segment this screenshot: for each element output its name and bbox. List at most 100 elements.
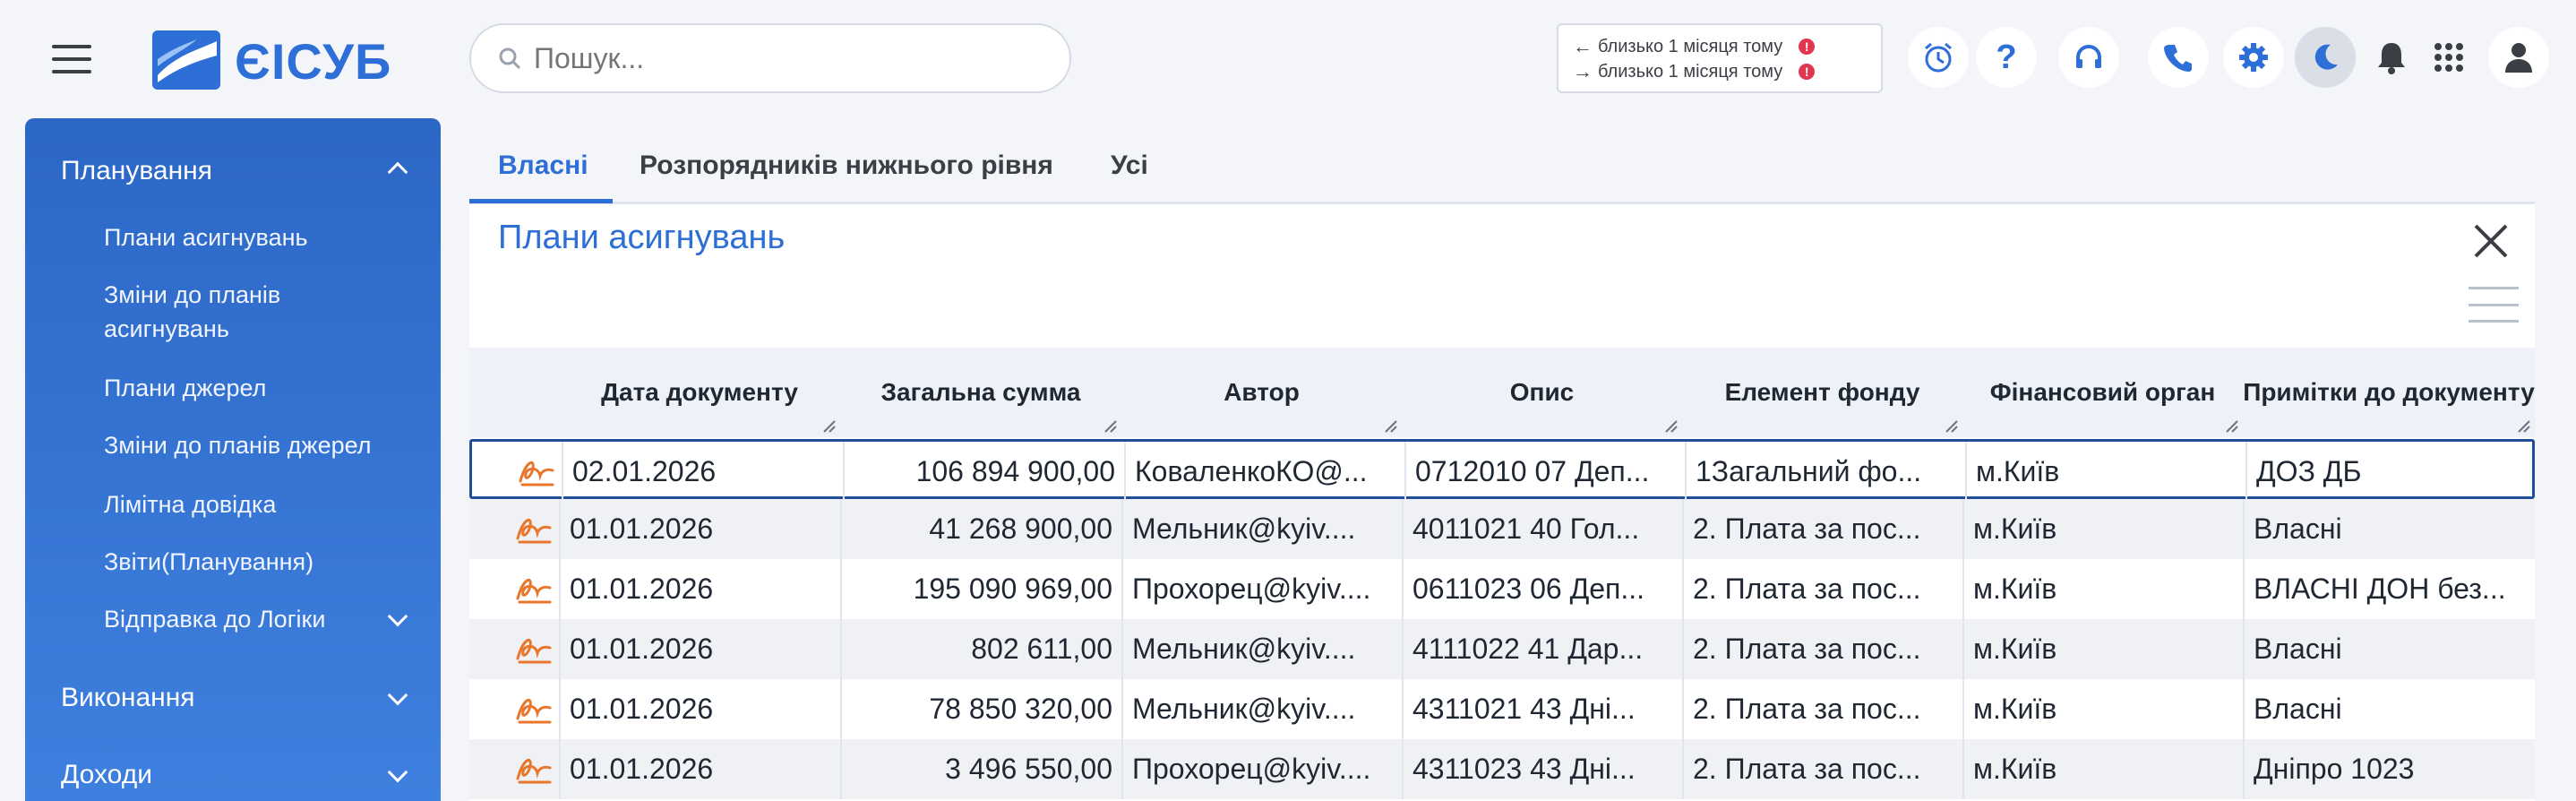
signature-icon[interactable] [514, 632, 554, 668]
column-header-label: Загальна сумма [880, 378, 1081, 406]
cell-fund-element: 2. Плата за пос... [1682, 619, 1962, 679]
page-title: Плани асигнувань [498, 219, 786, 256]
cell-fund-element: 2. Плата за пос... [1682, 739, 1962, 799]
column-resize-handle-icon[interactable] [822, 419, 837, 434]
alarm-clock-icon[interactable] [1908, 27, 1969, 88]
phone-icon[interactable] [2148, 27, 2209, 88]
cell-date: 01.01.2026 [559, 619, 840, 679]
top-bar: ЄІСУБ ← близько 1 місяця тому ! → близьк… [0, 0, 2576, 115]
gear-icon[interactable] [2223, 27, 2284, 88]
table-row[interactable]: 01.01.2026 195 090 969,00 Прохорец@kyiv...… [469, 559, 2535, 619]
column-header-label: Дата документу [601, 378, 798, 406]
cell-fund-element: 2. Плата за пос... [1682, 499, 1962, 559]
column-resize-handle-icon[interactable] [2225, 419, 2239, 434]
cell-author: Прохорец@kyiv.... [1121, 559, 1402, 619]
sidebar-item-allocation-plan-changes[interactable]: Зміни до планів асигнувань [104, 278, 399, 346]
sidebar-item-allocation-plans[interactable]: Плани асигнувань [104, 220, 399, 254]
cell-financial-body: м.Київ [1962, 499, 2243, 559]
cell-author: Прохорец@kyiv.... [1121, 739, 1402, 799]
chevron-up-icon[interactable] [387, 161, 408, 183]
column-resize-handle-icon[interactable] [1664, 419, 1679, 434]
chevron-down-icon[interactable] [387, 685, 408, 706]
column-header-label: Автор [1224, 378, 1300, 406]
active-tab-indicator [469, 199, 613, 203]
cell-date: 01.01.2026 [559, 739, 840, 799]
table-row[interactable]: 01.01.2026 41 268 900,00 Мельник@kyiv.... 4… [469, 499, 2535, 559]
arrow-right-icon: → [1573, 60, 1593, 82]
app-logo-text[interactable]: ЄІСУБ [235, 32, 391, 90]
cell-description: 0712010 07 Деп... [1404, 442, 1685, 502]
cell-financial-body: м.Київ [1962, 679, 2243, 739]
signature-icon[interactable] [514, 692, 554, 728]
headset-icon[interactable] [2058, 27, 2119, 88]
signature-icon[interactable] [514, 572, 554, 607]
column-header-author[interactable]: Автор [1121, 348, 1402, 437]
user-icon[interactable] [2488, 27, 2549, 88]
apps-grid-icon[interactable] [2418, 27, 2479, 88]
chevron-down-icon[interactable] [387, 762, 408, 783]
hamburger-menu-icon[interactable] [52, 45, 91, 73]
cell-document-notes: Власні [2243, 499, 2535, 559]
sidebar-item-planning-reports[interactable]: Звіти(Планування) [104, 545, 399, 579]
sidebar-item-source-plans[interactable]: Плани джерел [104, 371, 399, 405]
notification-item[interactable]: ← близько 1 місяця тому ! [1573, 34, 1867, 59]
search-input[interactable] [534, 41, 1035, 75]
tab-lower-level-managers[interactable]: Розпорядників нижнього рівня [640, 151, 1053, 181]
column-resize-handle-icon[interactable] [1103, 419, 1118, 434]
cell-total-sum: 106 894 900,00 [843, 442, 1124, 502]
column-header-label: Елемент фонду [1724, 378, 1920, 406]
help-icon[interactable]: ? [1976, 27, 2037, 88]
signature-icon[interactable] [517, 454, 556, 490]
column-resize-handle-icon[interactable] [1945, 419, 1959, 434]
column-header-total-sum[interactable]: Загальна сумма [840, 348, 1121, 437]
signature-icon[interactable] [514, 512, 554, 547]
column-menu-icon[interactable] [2469, 287, 2519, 323]
notification-text: близько 1 місяця тому [1598, 61, 1783, 82]
cell-financial-body: м.Київ [1965, 442, 2245, 502]
cell-fund-element: 2. Плата за пос... [1682, 559, 1962, 619]
cell-document-notes: Власні [2243, 679, 2535, 739]
column-resize-handle-icon[interactable] [1384, 419, 1398, 434]
column-header-financial-body[interactable]: Фінансовий орган [1962, 348, 2243, 437]
cell-total-sum: 78 850 320,00 [840, 679, 1121, 739]
cell-fund-element: 2. Плата за пос... [1682, 679, 1962, 739]
column-header-label: Фінансовий орган [1989, 378, 2216, 406]
arrow-left-icon: ← [1573, 35, 1593, 57]
table-header: Дата документу Загальна сумма Автор Опис Еле… [469, 348, 2535, 437]
notifications-panel[interactable]: ← близько 1 місяця тому ! → близько 1 мі… [1557, 23, 1883, 93]
sidebar-item-send-to-logic[interactable]: Відправка до Логіки [104, 602, 399, 636]
cell-financial-body: м.Київ [1962, 619, 2243, 679]
column-header-document-notes[interactable]: Примітки до документу [2243, 348, 2535, 437]
cell-author: Мельник@kyiv.... [1121, 679, 1402, 739]
cell-fund-element: 1Загальний фо... [1685, 442, 1965, 502]
cell-date: 02.01.2026 [562, 442, 843, 502]
table-row[interactable]: 02.01.2026 106 894 900,00 КоваленкоКО@... 0… [469, 439, 2535, 502]
table-row[interactable]: 01.01.2026 3 496 550,00 Прохорец@kyiv.... 4… [469, 739, 2535, 799]
table-row[interactable]: 01.01.2026 78 850 320,00 Мельник@kyiv.... 4… [469, 679, 2535, 739]
search-box[interactable] [469, 23, 1071, 93]
sidebar-item-source-plan-changes[interactable]: Зміни до планів джерел [104, 428, 399, 462]
tab-all[interactable]: Усі [1111, 151, 1148, 181]
sidebar: Планування Плани асигнувань Зміни до пла… [25, 118, 441, 801]
notification-item[interactable]: → близько 1 місяця тому ! [1573, 59, 1867, 84]
tab-own[interactable]: Власні [498, 151, 588, 181]
column-header-date[interactable]: Дата документу [559, 348, 840, 437]
sidebar-item-limit-reference[interactable]: Лімітна довідка [104, 487, 399, 521]
sidebar-section-revenues[interactable]: Доходи [61, 760, 152, 790]
signature-icon[interactable] [514, 752, 554, 788]
column-resize-handle-icon[interactable] [2517, 419, 2531, 434]
sidebar-section-execution[interactable]: Виконання [61, 683, 195, 713]
cell-document-notes: ВЛАСНІ ДОН без... [2243, 559, 2535, 619]
cell-description: 4111022 41 Дар... [1402, 619, 1682, 679]
cell-description: 4311023 43 Дні... [1402, 739, 1682, 799]
cell-total-sum: 3 496 550,00 [840, 739, 1121, 799]
moon-icon[interactable] [2295, 27, 2356, 88]
table-row[interactable]: 01.01.2026 802 611,00 Мельник@kyiv.... 4111… [469, 619, 2535, 679]
close-icon[interactable] [2470, 220, 2512, 262]
column-header-fund-element[interactable]: Елемент фонду [1682, 348, 1962, 437]
cell-financial-body: м.Київ [1962, 739, 2243, 799]
sidebar-section-planning[interactable]: Планування [61, 156, 212, 186]
search-icon [499, 47, 521, 70]
bell-icon[interactable] [2361, 27, 2422, 88]
column-header-description[interactable]: Опис [1402, 348, 1682, 437]
